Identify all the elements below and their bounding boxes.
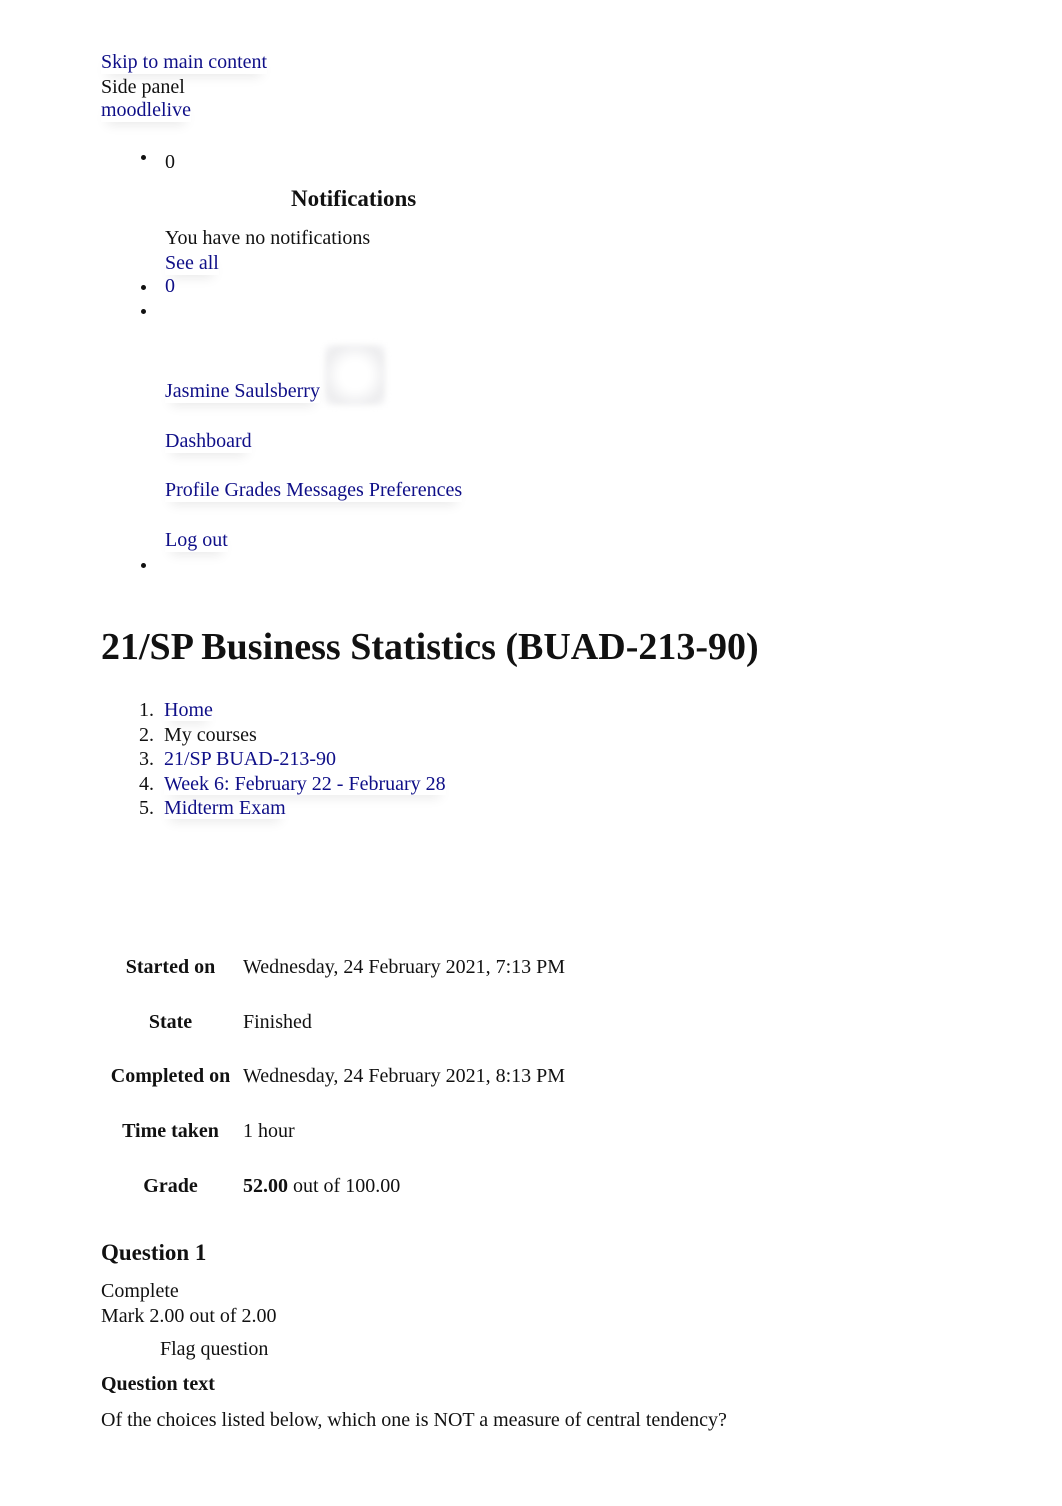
question-text: Of the choices listed below, which one i… xyxy=(101,1409,727,1431)
state-label: State xyxy=(148,1011,193,1033)
time-taken-value: 1 hour xyxy=(243,1120,295,1142)
question-text-heading: Question text xyxy=(101,1373,215,1395)
breadcrumb-number: 1. xyxy=(139,699,154,721)
summary-row-started-on: Started on Wednesday, 24 February 2021, … xyxy=(101,952,701,982)
notifications-empty-message: You have no notifications xyxy=(165,227,371,249)
summary-row-grade: Grade 52.00 out of 100.00 xyxy=(101,1171,701,1201)
see-all-notifications-link[interactable]: See all xyxy=(165,251,219,275)
question-heading: Question 1 xyxy=(101,1240,207,1265)
breadcrumb-link-course[interactable]: 21/SP BUAD-213-90 xyxy=(164,748,336,770)
completed-on-label: Completed on xyxy=(110,1065,231,1087)
list-bullet xyxy=(141,309,146,314)
grade-out-of: out of 100.00 xyxy=(288,1175,401,1197)
breadcrumb-link-midterm[interactable]: Midterm Exam xyxy=(164,797,286,819)
profile-link[interactable]: Profile xyxy=(165,479,219,501)
flag-question-button[interactable]: Flag question xyxy=(160,1337,268,1361)
list-bullet xyxy=(141,155,146,160)
notifications-heading: Notifications xyxy=(291,186,417,211)
breadcrumb-label-my-courses: My courses xyxy=(164,723,257,746)
user-name-link[interactable]: Jasmine Saulsberry xyxy=(165,379,320,403)
breadcrumb-item-week: 4. Week 6: February 22 - February 28 xyxy=(101,772,446,797)
grade-value: 52.00 out of 100.00 xyxy=(243,1171,400,1201)
breadcrumb-link-week[interactable]: Week 6: February 22 - February 28 xyxy=(164,773,446,795)
side-panel-label[interactable]: Side panel xyxy=(101,75,185,99)
time-taken-label: Time taken xyxy=(122,1120,219,1142)
notification-count[interactable]: 0 xyxy=(165,150,175,174)
breadcrumb-item-course: 3. 21/SP BUAD-213-90 xyxy=(101,747,446,772)
grade-label: Grade xyxy=(143,1175,198,1197)
breadcrumb-number: 2. xyxy=(139,723,154,746)
logout-link[interactable]: Log out xyxy=(165,528,228,552)
dashboard-link[interactable]: Dashboard xyxy=(165,429,252,453)
preferences-link[interactable]: Preferences xyxy=(369,479,462,501)
breadcrumb: 1. Home 2. My courses 3. 21/SP BUAD-213-… xyxy=(101,698,446,821)
breadcrumb-item-my-courses: 2. My courses xyxy=(101,723,446,748)
completed-on-value: Wednesday, 24 February 2021, 8:13 PM xyxy=(243,1065,566,1087)
summary-row-state: State Finished xyxy=(101,1007,701,1037)
grades-link[interactable]: Grades xyxy=(224,479,281,501)
user-avatar-icon[interactable] xyxy=(325,345,385,405)
started-on-value: Wednesday, 24 February 2021, 7:13 PM xyxy=(243,956,566,978)
summary-row-completed-on: Completed on Wednesday, 24 February 2021… xyxy=(101,1061,701,1091)
message-count-link[interactable]: 0 xyxy=(165,274,175,298)
breadcrumb-item-home: 1. Home xyxy=(101,698,446,723)
messages-link[interactable]: Messages xyxy=(286,479,364,501)
summary-row-time-taken: Time taken 1 hour xyxy=(101,1116,701,1146)
list-bullet xyxy=(141,285,146,290)
state-value: Finished xyxy=(243,1011,312,1033)
breadcrumb-number: 3. xyxy=(139,748,154,770)
started-on-label: Started on xyxy=(125,956,216,978)
breadcrumb-number: 4. xyxy=(139,772,154,795)
question-status: Complete xyxy=(101,1280,179,1302)
grade-score: 52.00 xyxy=(243,1175,288,1197)
site-home-link[interactable]: moodlelive xyxy=(101,98,191,122)
course-title: 21/SP Business Statistics (BUAD-213-90) xyxy=(101,626,759,668)
list-bullet xyxy=(141,563,146,568)
breadcrumb-number: 5. xyxy=(139,797,154,819)
skip-to-main-content-link[interactable]: Skip to main content xyxy=(101,50,267,74)
breadcrumb-link-home[interactable]: Home xyxy=(164,699,213,721)
user-menu-links: Profile Grades Messages Preferences xyxy=(165,478,462,502)
breadcrumb-item-midterm: 5. Midterm Exam xyxy=(101,796,446,821)
question-mark: Mark 2.00 out of 2.00 xyxy=(101,1305,277,1327)
